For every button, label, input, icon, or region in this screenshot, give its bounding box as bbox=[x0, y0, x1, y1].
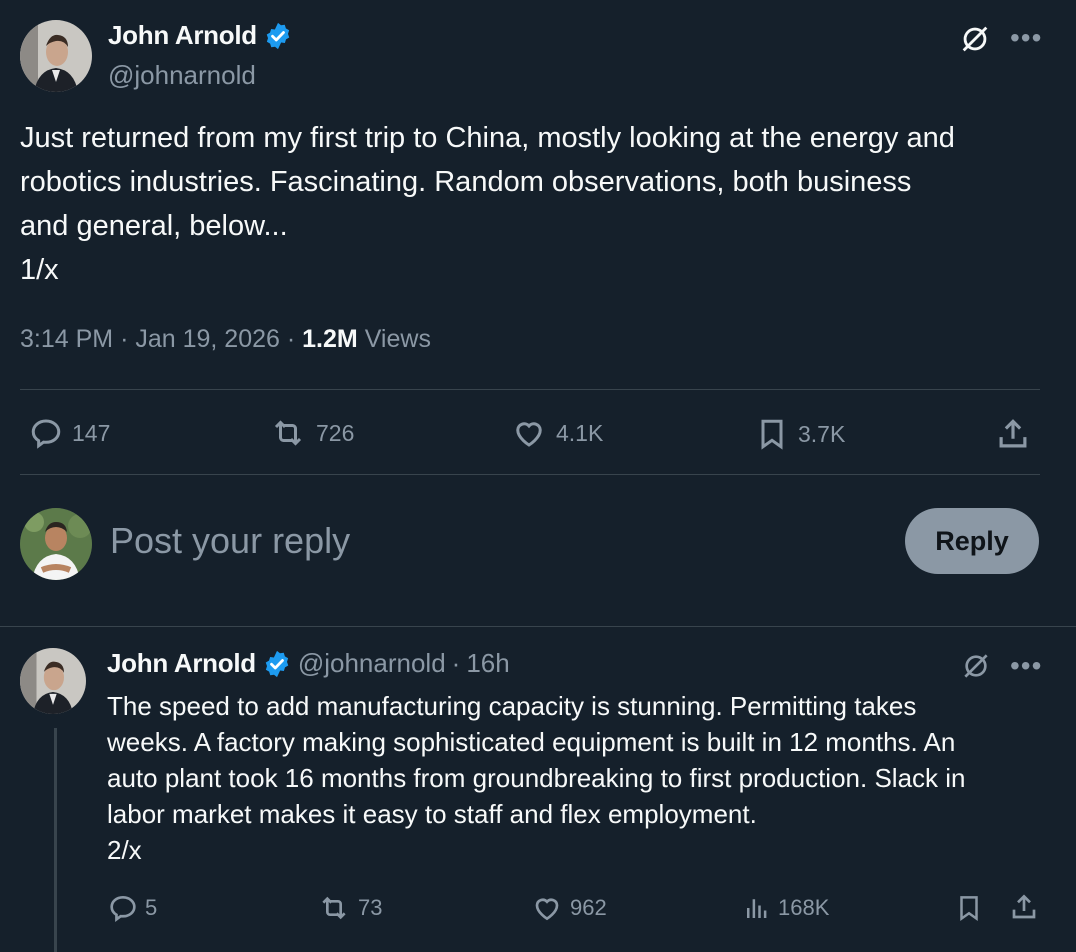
bookmark-count: 3.7K bbox=[798, 420, 846, 447]
current-user-avatar[interactable] bbox=[20, 508, 92, 580]
more-options-icon[interactable]: ••• bbox=[1010, 22, 1042, 54]
repost-icon bbox=[322, 896, 346, 920]
tweet-time[interactable]: 3:14 PM bbox=[20, 325, 113, 353]
share-icon[interactable] bbox=[1008, 890, 1040, 924]
like-count: 962 bbox=[570, 895, 607, 920]
bookmark-action[interactable]: 3.7K bbox=[754, 415, 845, 453]
reply-action[interactable]: 5 bbox=[107, 892, 157, 924]
reply-text: The speed to add manufacturing capacity … bbox=[107, 691, 966, 865]
bookmark-icon[interactable] bbox=[954, 892, 984, 924]
reply-count: 5 bbox=[145, 895, 158, 920]
share-icon[interactable] bbox=[994, 415, 1032, 453]
reply-icon bbox=[31, 419, 61, 449]
verified-badge-icon[interactable] bbox=[263, 21, 293, 51]
reply-count: 147 bbox=[72, 419, 111, 446]
avatar-photo bbox=[20, 20, 92, 92]
like-action[interactable]: 4.1K bbox=[510, 415, 603, 451]
reply-author-handle[interactable]: @johnarnold bbox=[298, 648, 446, 679]
bookmark-icon bbox=[761, 419, 783, 450]
tweet-date[interactable]: Jan 19, 2026 bbox=[135, 325, 280, 353]
heart-icon bbox=[516, 422, 542, 447]
reply-author-avatar[interactable] bbox=[20, 648, 86, 714]
author-handle[interactable]: @johnarnold bbox=[108, 60, 256, 91]
author-name[interactable]: John Arnold bbox=[108, 20, 257, 51]
reply-input[interactable]: Post your reply bbox=[110, 520, 350, 562]
repost-icon bbox=[274, 420, 302, 446]
like-action[interactable]: 962 bbox=[530, 892, 607, 924]
heart-icon bbox=[535, 898, 559, 921]
analytics-icon bbox=[747, 899, 767, 918]
reply-icon bbox=[110, 895, 136, 922]
reply-age[interactable]: 16h bbox=[466, 648, 509, 679]
repost-action[interactable]: 726 bbox=[268, 415, 354, 451]
repost-count: 73 bbox=[358, 895, 383, 920]
divider bbox=[20, 474, 1040, 475]
views-count: 1.2M bbox=[302, 325, 358, 353]
like-count: 4.1K bbox=[556, 419, 604, 446]
reply-button[interactable]: Reply bbox=[905, 508, 1039, 574]
more-options-icon[interactable]: ••• bbox=[1010, 650, 1042, 682]
grok-icon[interactable] bbox=[958, 22, 992, 61]
reply-action[interactable]: 147 bbox=[28, 415, 110, 451]
views-label: Views bbox=[364, 325, 431, 353]
avatar-photo bbox=[20, 508, 92, 580]
repost-action[interactable]: 73 bbox=[316, 892, 382, 924]
divider bbox=[0, 626, 1076, 627]
repost-count: 726 bbox=[316, 419, 355, 446]
grok-icon[interactable] bbox=[960, 650, 992, 687]
views-action[interactable]: 168K bbox=[742, 892, 829, 924]
author-avatar[interactable] bbox=[20, 20, 92, 92]
verified-badge-icon[interactable] bbox=[262, 649, 292, 679]
divider bbox=[20, 389, 1040, 390]
views-count: 168K bbox=[778, 895, 830, 920]
thread-line bbox=[54, 728, 57, 952]
tweet-meta: 3:14 PM · Jan 19, 2026 · 1.2M Views bbox=[20, 325, 431, 353]
tweet-text: Just returned from my first trip to Chin… bbox=[20, 122, 955, 286]
reply-author-name[interactable]: John Arnold bbox=[107, 648, 256, 679]
avatar-photo bbox=[20, 648, 86, 714]
